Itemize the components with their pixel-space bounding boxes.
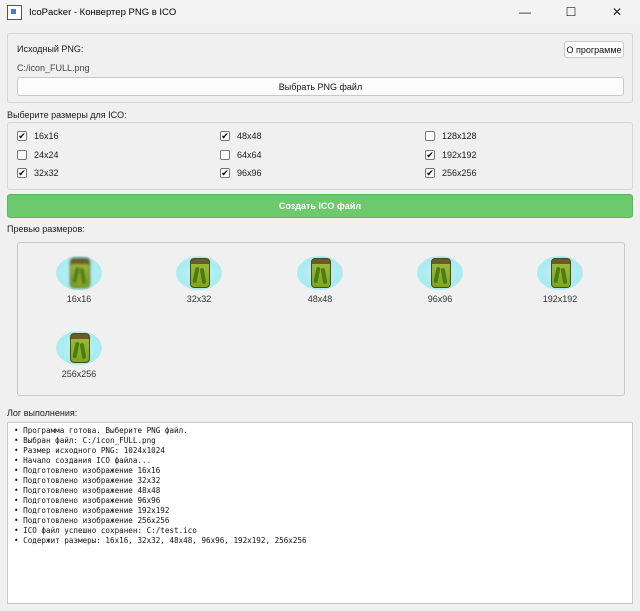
sizes-label: Выберите размеры для ICO:: [7, 110, 127, 120]
size-option-128x128[interactable]: 128x128: [425, 131, 477, 141]
checkbox[interactable]: [220, 150, 230, 160]
log-line: • Выбран файл: C:/icon_FULL.png: [14, 436, 156, 445]
window-title: IcoPacker - Конвертер PNG в ICO: [29, 6, 177, 18]
preview-size-label: 256x256: [61, 369, 97, 379]
size-option-label: 256x256: [442, 168, 477, 178]
pickle-jar-icon: [417, 256, 463, 290]
checkbox[interactable]: [17, 168, 27, 178]
log-line: • Размер исходного PNG: 1024x1024: [14, 446, 165, 455]
size-option-96x96[interactable]: 96x96: [220, 168, 262, 178]
size-option-label: 192x192: [442, 150, 477, 160]
log-line: • Программа готова. Выберите PNG файл.: [14, 426, 188, 435]
log-line: • Подготовлено изображение 16x16: [14, 466, 161, 475]
log-label: Лог выполнения:: [7, 408, 78, 418]
checkbox[interactable]: [17, 150, 27, 160]
size-option-label: 96x96: [237, 168, 262, 178]
pickle-jar-icon: [297, 256, 343, 290]
pickle-jar-icon: [56, 331, 102, 365]
checkbox[interactable]: [425, 131, 435, 141]
log-line: • Содержит размеры: 16x16, 32x32, 48x48,…: [14, 536, 307, 545]
log-line: • Подготовлено изображение 32x32: [14, 476, 161, 485]
size-option-64x64[interactable]: 64x64: [220, 150, 262, 160]
pickle-jar-icon: [176, 256, 222, 290]
preview-item-192x192: 192x192: [525, 256, 595, 304]
preview-item-16x16: 16x16: [44, 256, 114, 304]
log-line: • Подготовлено изображение 256x256: [14, 516, 170, 525]
app-icon: [7, 4, 22, 20]
size-option-label: 48x48: [237, 131, 262, 141]
preview-item-48x48: 48x48: [285, 256, 355, 304]
preview-size-label: 192x192: [542, 294, 578, 304]
size-option-24x24[interactable]: 24x24: [17, 150, 59, 160]
size-option-label: 24x24: [34, 150, 59, 160]
choose-png-button[interactable]: Выбрать PNG файл: [17, 77, 624, 96]
source-path: C:/icon_FULL.png: [17, 63, 90, 73]
checkbox[interactable]: [17, 131, 27, 141]
size-option-label: 32x32: [34, 168, 59, 178]
preview-size-label: 16x16: [66, 294, 92, 304]
preview-item-256x256: 256x256: [44, 331, 114, 379]
title-bar: IcoPacker - Конвертер PNG в ICO — ☐ ✕: [0, 0, 640, 24]
size-option-label: 128x128: [442, 131, 477, 141]
maximize-button[interactable]: ☐: [548, 0, 594, 24]
source-group: Исходный PNG: C:/icon_FULL.png О програм…: [7, 33, 633, 103]
size-option-48x48[interactable]: 48x48: [220, 131, 262, 141]
pickle-jar-icon: [56, 256, 102, 290]
preview-size-label: 96x96: [427, 294, 453, 304]
size-option-16x16[interactable]: 16x16: [17, 131, 59, 141]
preview-item-96x96: 96x96: [405, 256, 475, 304]
preview-size-label: 32x32: [186, 294, 212, 304]
preview-label: Превью размеров:: [7, 224, 85, 234]
log-output[interactable]: • Программа готова. Выберите PNG файл. • …: [7, 422, 633, 604]
about-button[interactable]: О программе: [564, 41, 624, 58]
pickle-jar-icon: [537, 256, 583, 290]
sizes-group: [7, 122, 633, 190]
log-line: • Подготовлено изображение 48x48: [14, 486, 161, 495]
size-option-32x32[interactable]: 32x32: [17, 168, 59, 178]
close-button[interactable]: ✕: [594, 0, 640, 24]
size-option-label: 16x16: [34, 131, 59, 141]
checkbox[interactable]: [425, 168, 435, 178]
checkbox[interactable]: [425, 150, 435, 160]
preview-item-32x32: 32x32: [164, 256, 234, 304]
source-label: Исходный PNG:: [17, 44, 84, 54]
checkbox[interactable]: [220, 168, 230, 178]
log-line: • Подготовлено изображение 96x96: [14, 496, 161, 505]
size-option-label: 64x64: [237, 150, 262, 160]
checkbox[interactable]: [220, 131, 230, 141]
create-ico-button[interactable]: Создать ICO файл: [7, 194, 633, 218]
log-line: • Подготовлено изображение 192x192: [14, 506, 170, 515]
log-line: • ICO файл успешно сохранен: C:/test.ico: [14, 526, 197, 535]
log-line: • Начало создания ICO файла...: [14, 456, 152, 465]
minimize-button[interactable]: —: [502, 0, 548, 24]
preview-size-label: 48x48: [307, 294, 333, 304]
size-option-192x192[interactable]: 192x192: [425, 150, 477, 160]
size-option-256x256[interactable]: 256x256: [425, 168, 477, 178]
